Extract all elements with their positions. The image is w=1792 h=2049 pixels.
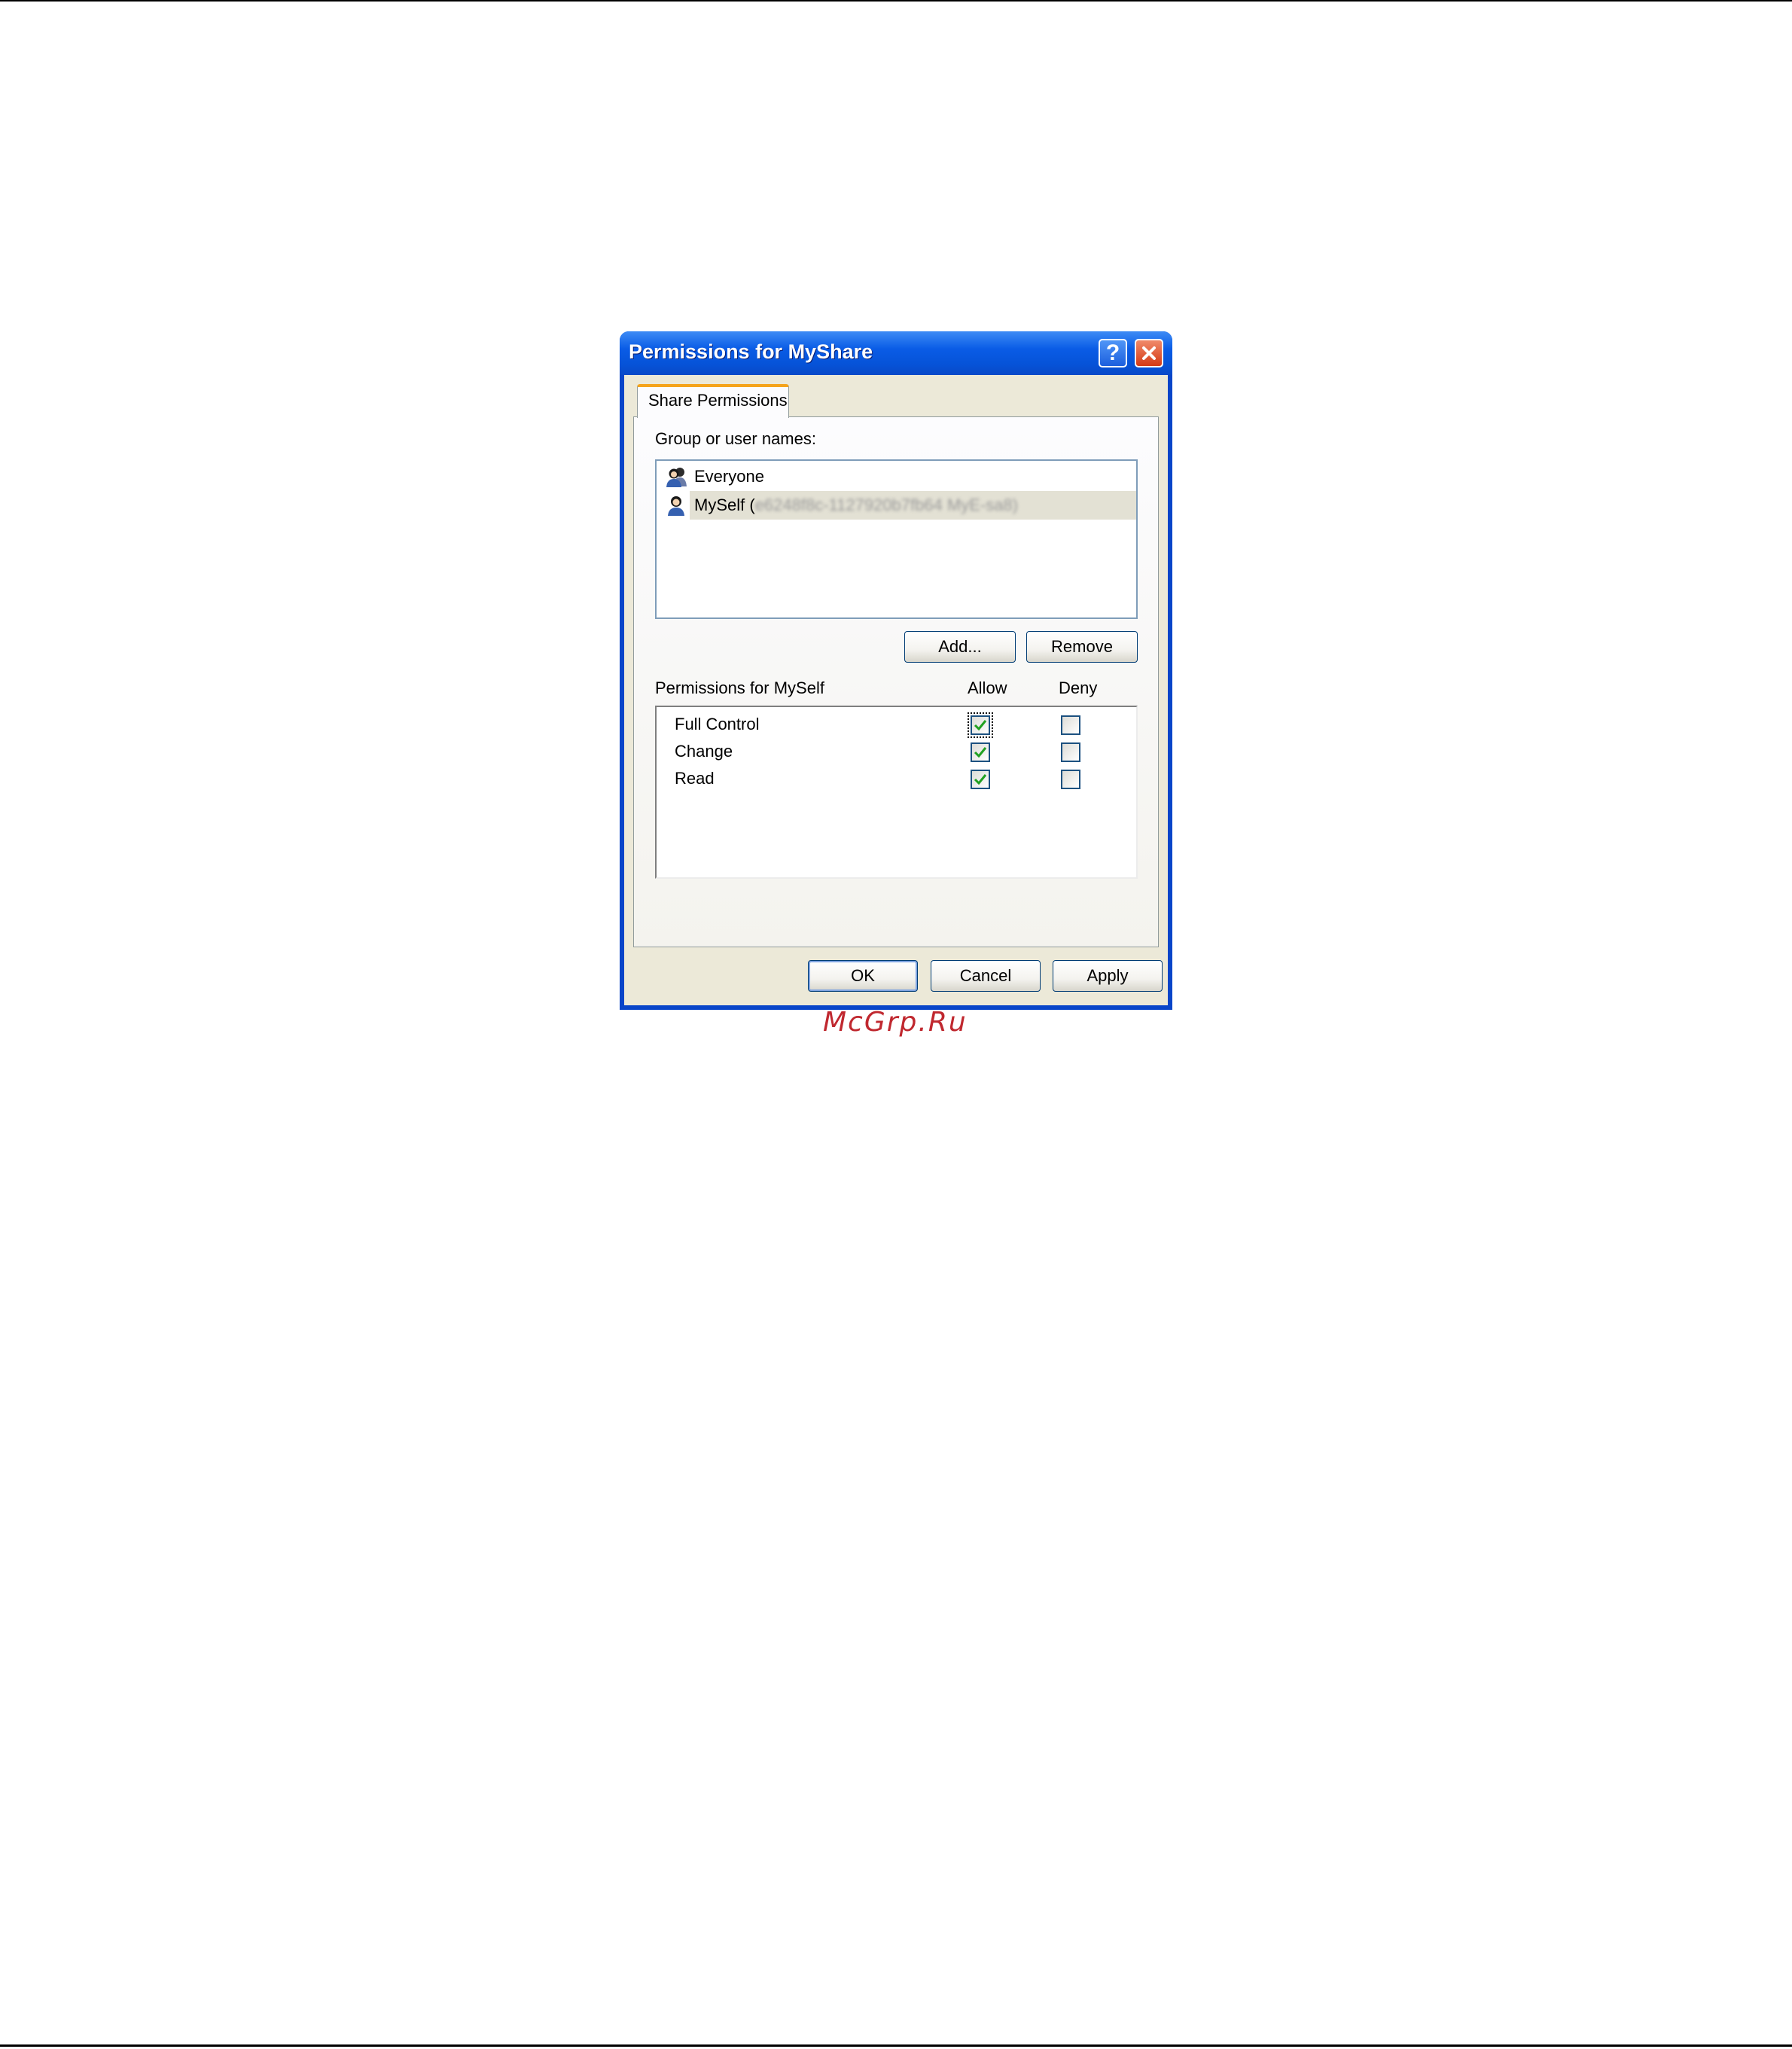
user-name: MySelf (: [694, 495, 755, 514]
allow-checkbox[interactable]: [971, 770, 990, 789]
ok-button[interactable]: OK: [808, 960, 918, 992]
dialog-client-area: Share Permissions Group or user names: E…: [624, 375, 1168, 1005]
add-button[interactable]: Add...: [904, 631, 1016, 663]
permission-row: Change: [657, 739, 1136, 766]
permission-name: Read: [675, 769, 715, 788]
permission-row: Read: [657, 766, 1136, 793]
help-icon: ?: [1105, 340, 1120, 365]
user-group-icon: [666, 468, 687, 487]
deny-checkbox[interactable]: [1061, 770, 1080, 789]
tab-share-permissions[interactable]: Share Permissions: [637, 384, 789, 418]
close-icon: [1142, 346, 1156, 360]
allow-checkbox[interactable]: [971, 742, 990, 762]
close-button[interactable]: [1135, 339, 1163, 367]
page-bottom-rule: [0, 2044, 1792, 2047]
cancel-button[interactable]: Cancel: [931, 960, 1041, 992]
permission-name: Change: [675, 742, 733, 761]
window-title: Permissions for MyShare: [629, 340, 873, 363]
permission-row: Full Control: [657, 712, 1136, 739]
permissions-list[interactable]: Full Control Change Read: [655, 706, 1138, 879]
tab-label: Share Permissions: [648, 391, 788, 410]
page-top-rule: [0, 0, 1792, 2]
deny-checkbox[interactable]: [1061, 715, 1080, 735]
check-mark-icon: [974, 747, 987, 758]
check-mark-icon: [974, 774, 987, 785]
tab-panel: Group or user names: Everyone MySelf (e6…: [633, 416, 1159, 947]
apply-button[interactable]: Apply: [1053, 960, 1163, 992]
list-item-label: MySelf (e6248f8c-1127920b7fb64 MyE-sa8): [694, 495, 1018, 515]
deny-checkbox[interactable]: [1061, 742, 1080, 762]
check-mark-icon: [974, 720, 987, 731]
title-bar[interactable]: Permissions for MyShare ?: [620, 331, 1172, 375]
group-list-label: Group or user names:: [655, 429, 816, 448]
group-user-list[interactable]: Everyone MySelf (e6248f8c-1127920b7fb64 …: [655, 459, 1138, 619]
allow-column-header: Allow: [968, 678, 1007, 697]
deny-column-header: Deny: [1059, 678, 1098, 697]
list-item-label: Everyone: [694, 467, 764, 486]
permissions-dialog: Permissions for MyShare ? Share Permissi…: [620, 331, 1172, 1010]
user-icon: [668, 496, 684, 516]
list-item-myself[interactable]: MySelf (e6248f8c-1127920b7fb64 MyE-sa8): [657, 491, 1136, 520]
help-button[interactable]: ?: [1099, 339, 1127, 367]
permission-name: Full Control: [675, 715, 760, 733]
user-detail-redacted: e6248f8c-1127920b7fb64 MyE-sa8): [754, 495, 1019, 514]
remove-button[interactable]: Remove: [1026, 631, 1138, 663]
permissions-label: Permissions for MySelf: [655, 678, 824, 697]
allow-checkbox[interactable]: [968, 712, 993, 738]
list-item-everyone[interactable]: Everyone: [657, 462, 1136, 491]
watermark: McGrp.Ru: [823, 1007, 968, 1038]
